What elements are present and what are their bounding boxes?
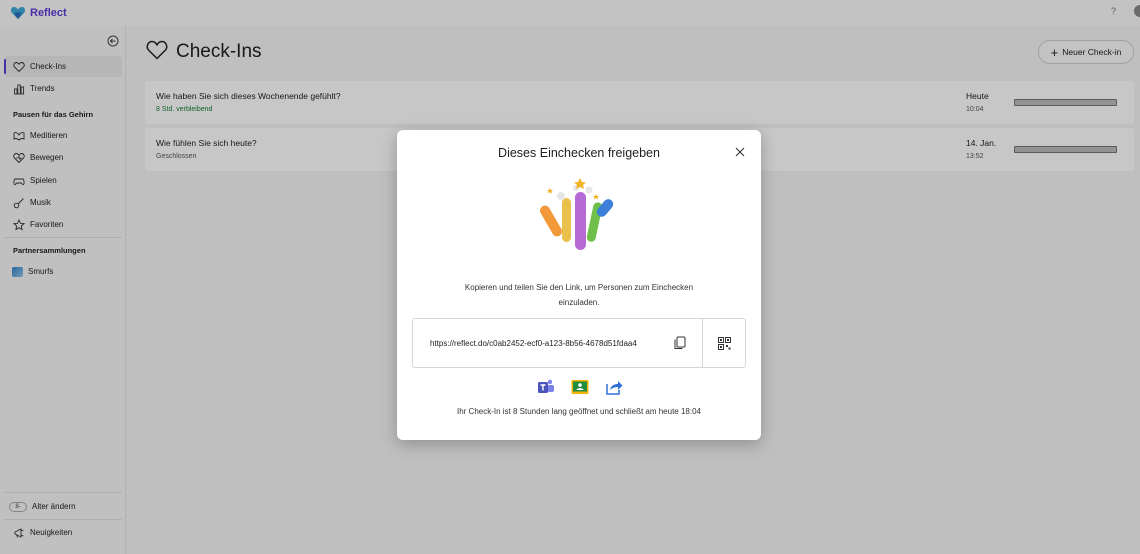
share-targets bbox=[537, 378, 623, 396]
dialog-description: Kopieren und teilen Sie den Link, um Per… bbox=[464, 283, 694, 307]
divider bbox=[702, 319, 703, 367]
teams-icon[interactable] bbox=[537, 378, 555, 396]
celebration-illustration bbox=[534, 176, 624, 266]
dialog-footer: Ihr Check-In ist 8 Stunden lang geöffnet… bbox=[456, 407, 701, 416]
share-link[interactable]: https://reflect.do/c0ab2452-ecf0-a123-8b… bbox=[430, 339, 637, 348]
google-classroom-icon[interactable] bbox=[571, 378, 589, 396]
share-link-box: https://reflect.do/c0ab2452-ecf0-a123-8b… bbox=[412, 318, 746, 368]
share-dialog: Dieses Einchecken freigeben Kopieren und… bbox=[397, 130, 761, 440]
copy-icon[interactable] bbox=[674, 336, 686, 350]
close-icon[interactable] bbox=[735, 146, 745, 157]
qr-code-icon[interactable] bbox=[718, 337, 731, 350]
share-icon[interactable] bbox=[605, 378, 623, 396]
dialog-title: Dieses Einchecken freigeben bbox=[498, 146, 660, 160]
